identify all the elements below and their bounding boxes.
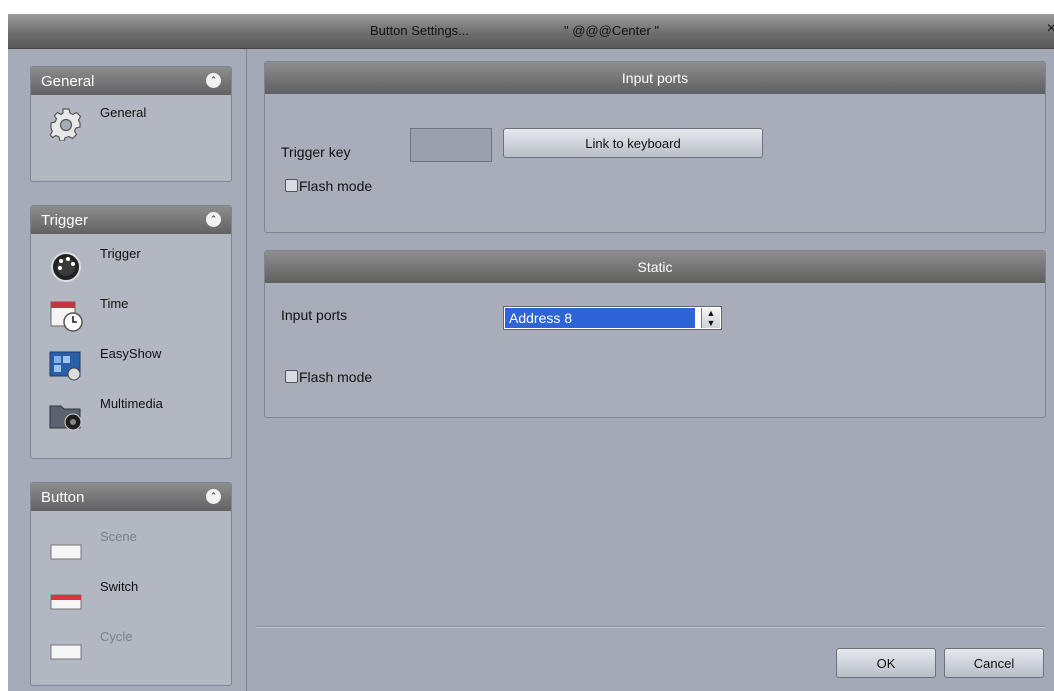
sidebar: General ⌃ General Trigger ⌃ Trigger Time… — [8, 49, 247, 691]
sidebar-item-label: Trigger — [100, 246, 141, 261]
trigger-panel-header[interactable]: Trigger ⌃ — [31, 206, 231, 234]
flash-mode-label: Flash mode — [299, 369, 373, 385]
flash-mode-checkbox[interactable] — [285, 179, 298, 192]
static-section: Static Input ports Address 8 ▲ ▼ Flash mo… — [264, 250, 1046, 418]
switch-button-icon — [49, 581, 83, 615]
gear-icon — [49, 107, 83, 142]
footer-divider — [256, 626, 1046, 628]
sidebar-item-label: Cycle — [100, 629, 133, 644]
sidebar-item-time[interactable]: Time — [49, 296, 209, 336]
button-panel-header[interactable]: Button ⌃ — [31, 483, 231, 511]
cycle-button-icon — [49, 631, 83, 665]
button-panel: Button ⌃ Scene Switch Cycle — [30, 482, 232, 686]
input-ports-label: Input ports — [281, 307, 348, 323]
trigger-key-label: Trigger key — [281, 144, 351, 160]
collapse-icon[interactable]: ⌃ — [206, 212, 221, 227]
spinner-arrows-icon[interactable]: ▲ ▼ — [701, 308, 720, 328]
window-subtitle: " @@@Center " — [564, 23, 660, 38]
calendar-clock-icon — [49, 298, 83, 332]
input-ports-header: Input ports — [265, 62, 1045, 94]
flash-mode-checkbox-row[interactable]: Flash mode — [285, 178, 372, 194]
sidebar-item-label: Switch — [100, 579, 139, 594]
button-panel-title: Button — [41, 489, 85, 506]
general-panel: General ⌃ General — [30, 66, 232, 182]
sidebar-item-cycle[interactable]: Cycle — [49, 629, 209, 669]
ok-button[interactable]: OK — [836, 648, 936, 678]
collapse-icon[interactable]: ⌃ — [206, 489, 221, 504]
sidebar-item-label: EasyShow — [100, 346, 162, 361]
sidebar-item-switch[interactable]: Switch — [49, 579, 209, 619]
dial-icon — [49, 248, 83, 282]
flash-mode-label: Flash mode — [299, 178, 373, 194]
collapse-icon[interactable]: ⌃ — [206, 73, 221, 88]
sidebar-item-trigger[interactable]: Trigger — [49, 246, 209, 286]
sidebar-item-label: Multimedia — [100, 396, 163, 411]
sidebar-item-label: General — [100, 105, 147, 120]
trigger-panel: Trigger ⌃ Trigger Time EasyShow Multimed… — [30, 205, 232, 459]
general-panel-title: General — [41, 73, 95, 90]
general-panel-header[interactable]: General ⌃ — [31, 67, 231, 95]
sidebar-item-scene[interactable]: Scene — [49, 529, 209, 569]
input-ports-select-value: Address 8 — [505, 308, 695, 328]
link-to-keyboard-button[interactable]: Link to keyboard — [503, 128, 763, 158]
window-title: Button Settings... — [370, 23, 470, 38]
button-settings-window: Button Settings... " @@@Center " × Gener… — [8, 14, 1054, 691]
sidebar-item-general[interactable]: General — [49, 105, 209, 145]
cancel-button[interactable]: Cancel — [944, 648, 1044, 678]
flash-mode-checkbox[interactable] — [285, 370, 298, 383]
sidebar-item-easyshow[interactable]: EasyShow — [49, 346, 209, 386]
trigger-key-field[interactable] — [410, 128, 492, 162]
easyshow-icon — [49, 348, 83, 382]
input-ports-select[interactable]: Address 8 ▲ ▼ — [503, 306, 722, 330]
folder-media-icon — [49, 398, 83, 432]
title-bar[interactable]: Button Settings... " @@@Center " × — [8, 14, 1054, 49]
static-header: Static — [265, 251, 1045, 283]
sidebar-item-multimedia[interactable]: Multimedia — [49, 396, 209, 436]
flash-mode-checkbox-row[interactable]: Flash mode — [285, 369, 372, 385]
trigger-panel-title: Trigger — [41, 212, 88, 229]
scene-button-icon — [49, 531, 83, 565]
sidebar-item-label: Time — [100, 296, 129, 311]
close-icon[interactable]: × — [1047, 20, 1054, 38]
input-ports-section: Input ports Trigger key Link to keyboard… — [264, 61, 1046, 233]
sidebar-item-label: Scene — [100, 529, 137, 544]
